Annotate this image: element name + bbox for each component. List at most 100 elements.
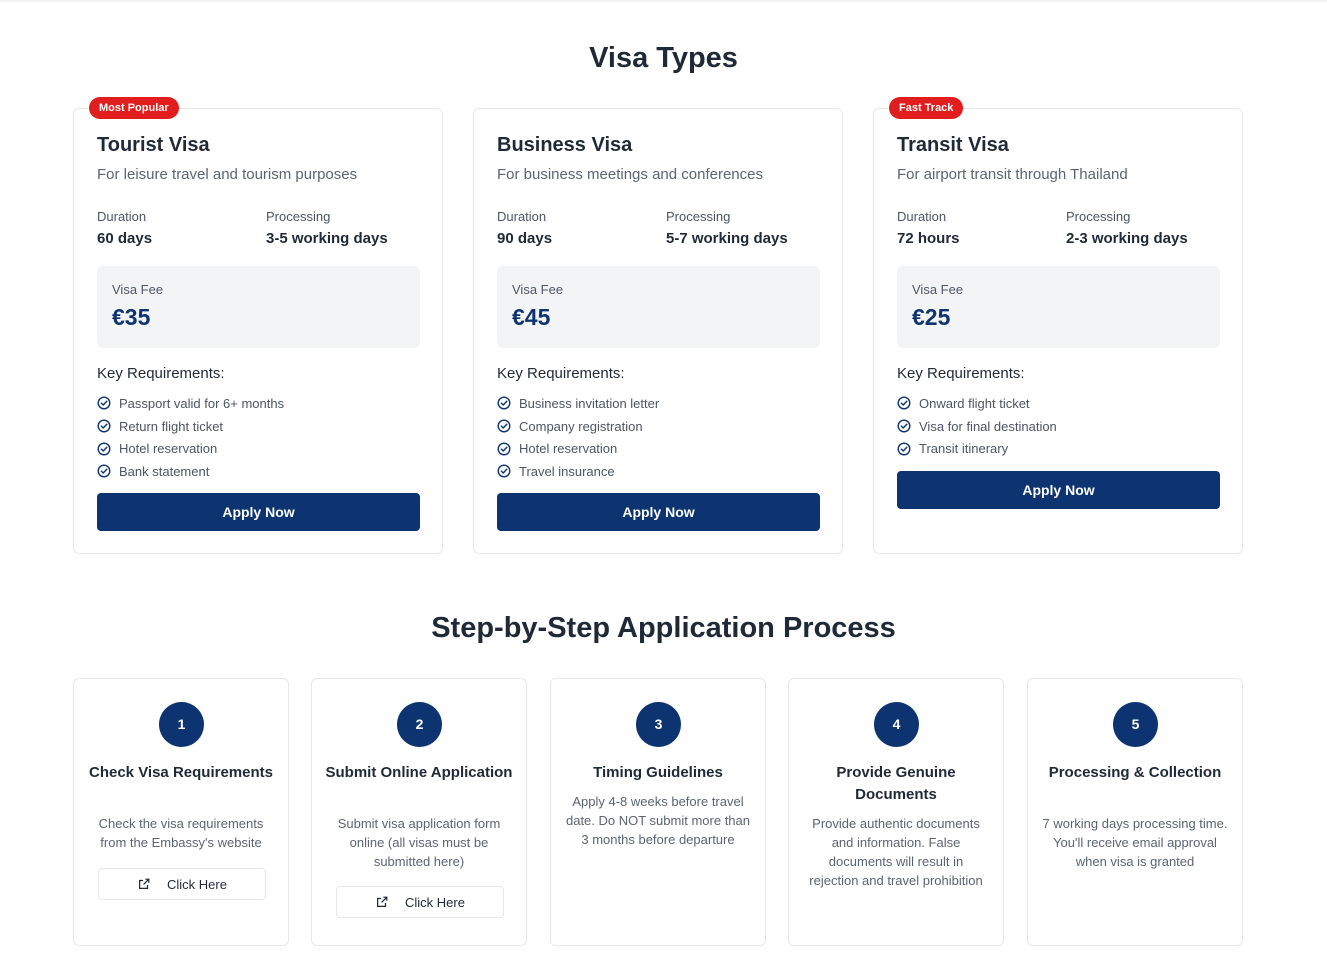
processing-label: Processing — [1066, 209, 1131, 224]
check-circle-icon — [897, 396, 911, 410]
processing-value: 3-5 working days — [266, 230, 388, 247]
step-title: Submit Online Application — [325, 764, 513, 781]
step-number: 2 — [397, 702, 442, 747]
requirement-item: Return flight ticket — [97, 415, 284, 438]
visa-fee-label: Visa Fee — [512, 282, 564, 297]
fast-track-badge: Fast Track — [889, 97, 964, 119]
most-popular-badge: Most Popular — [89, 97, 179, 119]
visa-card-tourist: Most Popular Tourist Visa For leisure tr… — [73, 97, 443, 554]
visa-types-title: Visa Types — [589, 42, 738, 74]
process-title: Step-by-Step Application Process — [431, 612, 896, 644]
external-link-icon — [377, 896, 388, 907]
visa-card-transit: Fast Track Transit Visa For airport tran… — [873, 97, 1243, 554]
processing-value: 5-7 working days — [666, 230, 788, 247]
requirement-text: Transit itinerary — [919, 441, 1009, 457]
check-circle-icon — [497, 396, 511, 410]
requirement-text: Return flight ticket — [119, 418, 224, 434]
requirement-text: Travel insurance — [519, 463, 615, 479]
step-description: 7 working days processing time. You'll r… — [1042, 816, 1228, 869]
click-here-button-1[interactable]: Click Here — [98, 868, 266, 900]
step-card-5: 5 Processing & Collection 7 working days… — [1027, 678, 1243, 946]
visa-fee-label: Visa Fee — [912, 282, 964, 297]
step-number: 4 — [874, 702, 919, 747]
visa-fee-value: €35 — [112, 304, 151, 330]
requirement-item: Travel insurance — [497, 460, 659, 483]
duration-value: 60 days — [97, 230, 153, 247]
visa-fee-label: Visa Fee — [112, 282, 164, 297]
check-circle-icon — [97, 442, 111, 456]
processing-label: Processing — [666, 209, 731, 224]
step-card-3: 3 Timing Guidelines Apply 4-8 weeks befo… — [550, 678, 766, 946]
step-title: Processing & Collection — [1048, 764, 1222, 781]
processing-label: Processing — [266, 209, 331, 224]
requirement-text: Bank statement — [119, 463, 210, 479]
requirement-item: Visa for final destination — [897, 415, 1057, 438]
click-here-label: Click Here — [167, 876, 227, 892]
step-description: Submit visa application form online (all… — [337, 816, 501, 869]
step-card-1: 1 Check Visa Requirements Check the visa… — [73, 678, 289, 946]
requirement-item: Bank statement — [97, 460, 284, 483]
requirements-list: Onward flight ticket Visa for final dest… — [897, 392, 1057, 460]
step-card-4: 4 Provide Genuine Documents Provide auth… — [788, 678, 1004, 946]
visa-fee-box: Visa Fee €35 — [97, 266, 420, 348]
visa-fee-value: €45 — [512, 304, 551, 330]
check-circle-icon — [97, 419, 111, 433]
requirement-text: Onward flight ticket — [919, 395, 1030, 411]
requirement-item: Hotel reservation — [497, 437, 659, 460]
duration-label: Duration — [497, 209, 547, 224]
check-circle-icon — [897, 419, 911, 433]
requirement-item: Hotel reservation — [97, 437, 284, 460]
requirement-text: Company registration — [519, 418, 643, 434]
click-here-button-2[interactable]: Click Here — [336, 886, 504, 918]
step-title: Provide Genuine Documents — [836, 764, 956, 803]
requirement-item: Onward flight ticket — [897, 392, 1057, 415]
external-link-icon — [139, 878, 150, 889]
requirement-item: Business invitation letter — [497, 392, 659, 415]
visa-name: Transit Visa — [897, 134, 1009, 156]
visa-fee-box: Visa Fee €45 — [497, 266, 820, 348]
requirement-item: Passport valid for 6+ months — [97, 392, 284, 415]
step-description: Provide authentic documents and informat… — [809, 816, 983, 888]
requirement-text: Hotel reservation — [119, 441, 218, 457]
check-circle-icon — [97, 464, 111, 478]
step-number: 5 — [1113, 702, 1158, 747]
duration-value: 90 days — [497, 230, 553, 247]
requirements-list: Business invitation letter Company regis… — [497, 392, 659, 483]
step-description: Check the visa requirements from the Emb… — [98, 816, 264, 850]
duration-label: Duration — [97, 209, 147, 224]
visa-name: Tourist Visa — [97, 134, 210, 156]
check-circle-icon — [497, 442, 511, 456]
top-border — [0, 0, 1327, 4]
apply-now-button-tourist[interactable]: Apply Now — [97, 493, 420, 531]
check-circle-icon — [497, 419, 511, 433]
requirements-title: Key Requirements: — [897, 365, 1025, 382]
step-title: Check Visa Requirements — [89, 764, 273, 781]
requirements-title: Key Requirements: — [497, 365, 625, 382]
visa-fee-box: Visa Fee €25 — [897, 266, 1220, 348]
step-description: Apply 4-8 weeks before travel date. Do N… — [565, 794, 750, 847]
visa-fee-value: €25 — [912, 304, 951, 330]
click-here-label: Click Here — [405, 894, 465, 910]
step-card-2: 2 Submit Online Application Submit visa … — [311, 678, 527, 946]
step-number: 1 — [159, 702, 204, 747]
requirements-list: Passport valid for 6+ months Return flig… — [97, 392, 284, 483]
visa-name: Business Visa — [497, 134, 633, 156]
duration-label: Duration — [897, 209, 947, 224]
visa-card-business: Business Visa For business meetings and … — [473, 108, 843, 554]
requirements-title: Key Requirements: — [97, 365, 225, 382]
requirement-item: Company registration — [497, 415, 659, 438]
check-circle-icon — [97, 396, 111, 410]
processing-value: 2-3 working days — [1066, 230, 1188, 247]
apply-now-button-business[interactable]: Apply Now — [497, 493, 820, 531]
requirement-text: Visa for final destination — [919, 418, 1057, 434]
check-circle-icon — [497, 464, 511, 478]
step-title: Timing Guidelines — [593, 764, 723, 781]
requirement-text: Hotel reservation — [519, 441, 618, 457]
step-number: 3 — [636, 702, 681, 747]
visa-description: For leisure travel and tourism purposes — [97, 166, 358, 183]
visa-description: For business meetings and conferences — [497, 166, 763, 183]
duration-value: 72 hours — [897, 230, 960, 247]
check-circle-icon — [897, 442, 911, 456]
visa-description: For airport transit through Thailand — [897, 166, 1128, 183]
apply-now-button-transit[interactable]: Apply Now — [897, 471, 1220, 509]
